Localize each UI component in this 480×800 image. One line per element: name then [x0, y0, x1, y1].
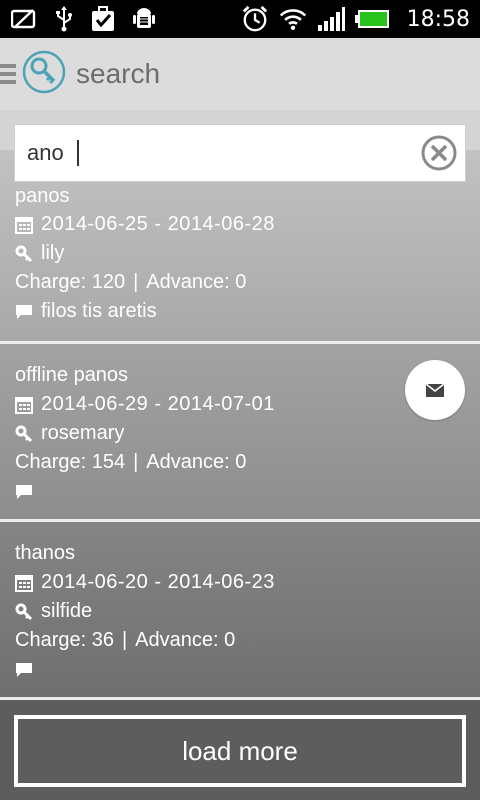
item-advance: Advance: 0 — [146, 451, 247, 473]
screen-off-icon — [10, 5, 38, 33]
item-room: lily — [41, 242, 65, 264]
checkbox-icon — [90, 5, 118, 33]
system-icons: 18:58 — [241, 5, 470, 33]
key-icon — [15, 603, 33, 620]
item-room: silfide — [41, 600, 93, 622]
item-dates: 2014-06-29 - 2014-07-01 — [41, 393, 275, 415]
item-room-row: rosemary — [15, 419, 275, 448]
item-content: panos — [15, 183, 70, 209]
item-dates: 2014-06-20 - 2014-06-23 — [41, 571, 275, 593]
item-advance: Advance: 0 — [146, 271, 247, 293]
action-bar: search — [0, 38, 480, 110]
item-advance: Advance: 0 — [135, 629, 236, 651]
clear-icon[interactable] — [419, 133, 459, 173]
item-charge: Charge: 120 — [15, 271, 126, 293]
item-dates-row: 2014-06-25 - 2014-06-28 — [15, 210, 275, 239]
signal-icon — [317, 5, 345, 33]
list-footer: load more — [0, 700, 480, 800]
status-bar: 18:58 — [0, 0, 480, 38]
send-mail-button[interactable] — [405, 360, 465, 420]
item-charge-row: Charge: 36 | Advance: 0 — [15, 626, 275, 655]
load-more-button[interactable]: load more — [14, 715, 466, 787]
item-name: offline panos — [15, 363, 129, 386]
calendar-icon — [15, 574, 33, 592]
page-title: search — [76, 58, 161, 89]
separator: | — [133, 271, 139, 293]
item-note-row — [15, 477, 275, 506]
clock: 18:58 — [406, 6, 470, 32]
key-icon — [15, 245, 33, 262]
separator: | — [133, 451, 139, 473]
item-name: panos — [15, 184, 70, 207]
item-note-row — [15, 655, 275, 684]
item-dates-row: 2014-06-29 - 2014-07-01 — [15, 390, 275, 419]
key-logo-icon[interactable] — [22, 50, 66, 98]
item-charge-row: Charge: 154 | Advance: 0 — [15, 448, 275, 477]
item-charge: Charge: 154 — [15, 451, 126, 473]
key-icon — [15, 425, 33, 442]
battery-icon — [354, 5, 391, 33]
notification-icons — [10, 5, 158, 33]
item-charge-row: Charge: 120 | Advance: 0 — [15, 268, 275, 297]
text-cursor — [77, 140, 79, 166]
mail-icon — [426, 383, 444, 397]
item-room-row: lily — [15, 239, 275, 268]
item-charge: Charge: 36 — [15, 629, 114, 651]
calendar-icon — [15, 396, 33, 414]
list-item[interactable]: thanos 2014-06-20 - 2014-06-23 silfide C… — [0, 522, 480, 700]
comment-icon — [16, 484, 32, 499]
wifi-icon — [279, 5, 307, 33]
item-dates: 2014-06-25 - 2014-06-28 — [41, 213, 275, 235]
comment-icon — [16, 304, 32, 319]
drawer-menu-icon[interactable] — [0, 60, 18, 88]
item-note-row: filos tis aretis — [15, 297, 275, 326]
item-room: rosemary — [41, 422, 125, 444]
content: panos 2014-06-25 - 2014-06-28 lily Charg… — [0, 110, 480, 800]
list-item[interactable]: offline panos 2014-06-29 - 2014-07-01 ro… — [0, 344, 480, 522]
item-dates-row: 2014-06-20 - 2014-06-23 — [15, 568, 275, 597]
comment-icon — [16, 662, 32, 677]
item-note: filos tis aretis — [41, 300, 157, 322]
usb-icon — [50, 5, 78, 33]
item-room-row: silfide — [15, 597, 275, 626]
search-input[interactable] — [15, 125, 75, 181]
android-debug-icon — [130, 5, 158, 33]
alarm-icon — [241, 5, 269, 33]
separator: | — [121, 629, 128, 651]
search-box — [14, 124, 466, 182]
calendar-icon — [15, 216, 33, 234]
item-name: thanos — [15, 541, 76, 564]
